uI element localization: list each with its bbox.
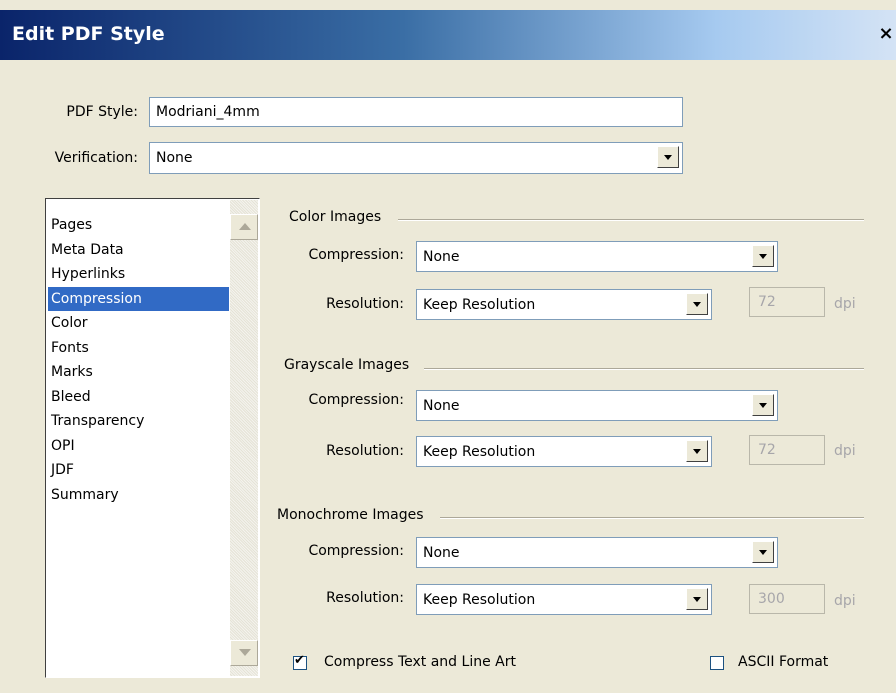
verification-dropdown[interactable]: None	[149, 142, 683, 174]
monochrome-resolution-dropdown[interactable]: Keep Resolution	[416, 584, 712, 615]
monochrome-resolution-label: Resolution:	[326, 590, 404, 606]
monochrome-dpi-unit: dpi	[834, 593, 856, 609]
category-item-transparency[interactable]: Transparency	[48, 409, 229, 434]
category-list[interactable]: Pages Meta Data Hyperlinks Compression Color…	[45, 198, 260, 678]
chevron-down-icon[interactable]	[686, 293, 708, 315]
category-item-compression[interactable]: Compression	[48, 286, 229, 311]
grayscale-compression-label: Compression:	[308, 392, 404, 408]
category-item-fonts[interactable]: Fonts	[48, 336, 229, 361]
verification-label: Verification:	[54, 150, 138, 166]
category-item-bleed[interactable]: Bleed	[48, 385, 229, 410]
color-images-heading: Color Images	[289, 209, 382, 225]
verification-value: None	[156, 150, 193, 166]
chevron-down-icon[interactable]	[686, 440, 708, 462]
grayscale-compression-value: None	[423, 398, 460, 414]
category-item-meta-data[interactable]: Meta Data	[48, 238, 229, 263]
pdf-style-label: PDF Style:	[66, 104, 138, 120]
edit-pdf-style-dialog: Edit PDF Style × PDF Style: Modriani_4mm…	[0, 0, 896, 693]
grayscale-dpi-input[interactable]: 72	[749, 435, 825, 465]
chevron-down-icon[interactable]	[686, 588, 708, 610]
compress-text-label[interactable]: Compress Text and Line Art	[324, 654, 516, 670]
compress-text-checkbox[interactable]	[293, 653, 307, 670]
color-compression-value: None	[423, 249, 460, 265]
category-item-marks[interactable]: Marks	[48, 360, 229, 385]
color-dpi-input[interactable]: 72	[749, 287, 825, 317]
monochrome-images-heading: Monochrome Images	[277, 507, 424, 523]
color-images-divider	[398, 219, 864, 221]
list-scrollbar[interactable]	[230, 200, 258, 676]
close-icon[interactable]: ×	[876, 22, 896, 46]
monochrome-compression-label: Compression:	[308, 543, 404, 559]
monochrome-dpi-input[interactable]: 300	[749, 584, 825, 614]
category-item-summary[interactable]: Summary	[48, 483, 229, 508]
grayscale-dpi-unit: dpi	[834, 443, 856, 459]
category-item-pages[interactable]: Pages	[48, 213, 229, 238]
color-resolution-value: Keep Resolution	[423, 297, 536, 313]
color-compression-label: Compression:	[308, 247, 404, 263]
ascii-format-checkbox[interactable]	[710, 656, 724, 670]
chevron-down-icon[interactable]	[752, 245, 774, 267]
grayscale-resolution-dropdown[interactable]: Keep Resolution	[416, 436, 712, 467]
color-resolution-label: Resolution:	[326, 296, 404, 312]
monochrome-compression-value: None	[423, 545, 460, 561]
chevron-down-icon[interactable]	[657, 146, 679, 168]
title-bar[interactable]: Edit PDF Style ×	[0, 10, 896, 60]
grayscale-images-divider	[424, 368, 864, 370]
color-dpi-unit: dpi	[834, 296, 856, 312]
monochrome-compression-dropdown[interactable]: None	[416, 537, 778, 568]
ascii-format-label[interactable]: ASCII Format	[738, 654, 828, 670]
category-items: Pages Meta Data Hyperlinks Compression Color…	[48, 213, 229, 507]
monochrome-resolution-value: Keep Resolution	[423, 592, 536, 608]
window-title: Edit PDF Style	[12, 23, 165, 45]
scroll-down-icon[interactable]	[230, 640, 258, 666]
color-resolution-dropdown[interactable]: Keep Resolution	[416, 289, 712, 320]
grayscale-resolution-value: Keep Resolution	[423, 444, 536, 460]
grayscale-images-heading: Grayscale Images	[284, 357, 410, 373]
chevron-down-icon[interactable]	[752, 541, 774, 563]
pdf-style-input[interactable]: Modriani_4mm	[149, 97, 683, 127]
chevron-down-icon[interactable]	[752, 394, 774, 416]
category-item-jdf[interactable]: JDF	[48, 458, 229, 483]
grayscale-compression-dropdown[interactable]: None	[416, 390, 778, 421]
category-item-hyperlinks[interactable]: Hyperlinks	[48, 262, 229, 287]
grayscale-resolution-label: Resolution:	[326, 443, 404, 459]
category-item-color[interactable]: Color	[48, 311, 229, 336]
scroll-up-icon[interactable]	[230, 214, 258, 240]
category-item-opi[interactable]: OPI	[48, 434, 229, 459]
color-compression-dropdown[interactable]: None	[416, 241, 778, 272]
monochrome-images-divider	[440, 517, 864, 519]
